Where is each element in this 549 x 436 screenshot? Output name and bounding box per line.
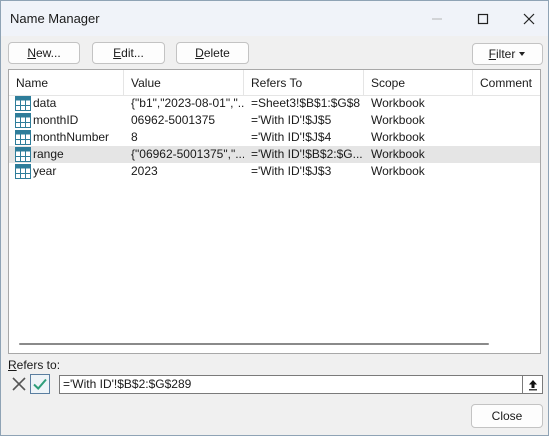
cell-scope: Workbook	[371, 164, 425, 178]
name-table-icon	[15, 130, 31, 145]
cell-refers-to: ='With ID'!$J$4	[251, 130, 332, 144]
cell-scope: Workbook	[371, 113, 425, 127]
filter-dropdown-icon	[519, 52, 526, 56]
close-button[interactable]: Close	[471, 404, 543, 428]
horizontal-scrollbar[interactable]	[19, 343, 489, 345]
window-close-button[interactable]	[506, 1, 549, 36]
refers-to-label: Refers to:	[8, 358, 61, 372]
cell-name: monthID	[33, 113, 79, 127]
title-bar: Name Manager	[1, 1, 548, 36]
table-row[interactable]: monthID 06962-5001375 ='With ID'!$J$5 Workb…	[9, 112, 540, 129]
cell-refers-to: =Sheet3!$B$1:$G$8	[251, 96, 361, 110]
maximize-icon	[477, 13, 489, 24]
cell-value: {"06962-5001375","...	[131, 147, 244, 161]
cell-name: year	[33, 164, 57, 178]
close-icon	[523, 13, 535, 24]
new-button-label: New...	[27, 46, 61, 60]
cell-comment	[480, 112, 538, 129]
cell-value: 2023	[131, 164, 158, 178]
cell-value: 8	[131, 130, 138, 144]
cell-refers-to: ='With ID'!$B$2:$G...	[251, 147, 363, 161]
name-table-icon	[15, 147, 31, 162]
cell-scope: Workbook	[371, 130, 425, 144]
delete-button-label: Delete	[195, 46, 230, 60]
column-header-name[interactable]: Name	[9, 70, 124, 96]
window-title: Name Manager	[10, 11, 100, 26]
name-table-icon	[15, 164, 31, 179]
cell-comment	[480, 129, 538, 146]
cell-scope: Workbook	[371, 96, 425, 110]
delete-button[interactable]: Delete	[176, 42, 249, 64]
minimize-button[interactable]	[414, 1, 460, 36]
cell-comment	[480, 95, 538, 112]
name-table-icon	[15, 96, 31, 111]
table-row[interactable]: range {"06962-5001375","... ='With ID'!$B$…	[9, 146, 540, 163]
cell-value: {"b1","2023-08-01","...	[131, 96, 244, 110]
list-header: Name Value Refers To Scope Comment	[9, 70, 540, 96]
confirm-edit-button[interactable]	[30, 374, 50, 394]
cell-refers-to: ='With ID'!$J$3	[251, 164, 332, 178]
new-button[interactable]: New...	[8, 42, 80, 64]
table-row[interactable]: data {"b1","2023-08-01","... =Sheet3!$B$1:…	[9, 95, 540, 112]
cancel-edit-button[interactable]	[9, 374, 29, 394]
maximize-button[interactable]	[460, 1, 506, 36]
filter-button[interactable]: Filter	[472, 43, 543, 65]
column-header-comment[interactable]: Comment	[473, 70, 540, 96]
collapse-dialog-icon	[528, 379, 537, 390]
table-row[interactable]: year 2023 ='With ID'!$J$3 Workbook	[9, 163, 540, 180]
cell-scope: Workbook	[371, 147, 425, 161]
cell-name: range	[33, 147, 64, 161]
name-table-icon	[15, 113, 31, 128]
confirm-check-icon	[33, 378, 47, 390]
names-list[interactable]: Name Value Refers To Scope Comment data {…	[8, 69, 541, 354]
cell-comment	[480, 146, 538, 163]
table-row[interactable]: monthNumber 8 ='With ID'!$J$4 Workbook	[9, 129, 540, 146]
cell-refers-to: ='With ID'!$J$5	[251, 113, 332, 127]
cell-value: 06962-5001375	[131, 113, 216, 127]
filter-button-label: Filter	[488, 47, 516, 61]
cell-name: monthNumber	[33, 130, 110, 144]
refers-to-input[interactable]: ='With ID'!$B$2:$G$289	[59, 375, 523, 394]
edit-button[interactable]: Edit...	[92, 42, 165, 64]
column-header-value[interactable]: Value	[124, 70, 244, 96]
collapse-dialog-button[interactable]	[523, 375, 543, 394]
cancel-x-icon	[12, 377, 26, 391]
cell-name: data	[33, 96, 57, 110]
minimize-icon	[432, 18, 442, 19]
name-manager-dialog: Name Manager New... Edit... Delete Filte…	[0, 0, 549, 436]
edit-button-label: Edit...	[113, 46, 144, 60]
cell-comment	[480, 163, 538, 180]
column-header-refers-to[interactable]: Refers To	[244, 70, 364, 96]
column-header-scope[interactable]: Scope	[364, 70, 473, 96]
